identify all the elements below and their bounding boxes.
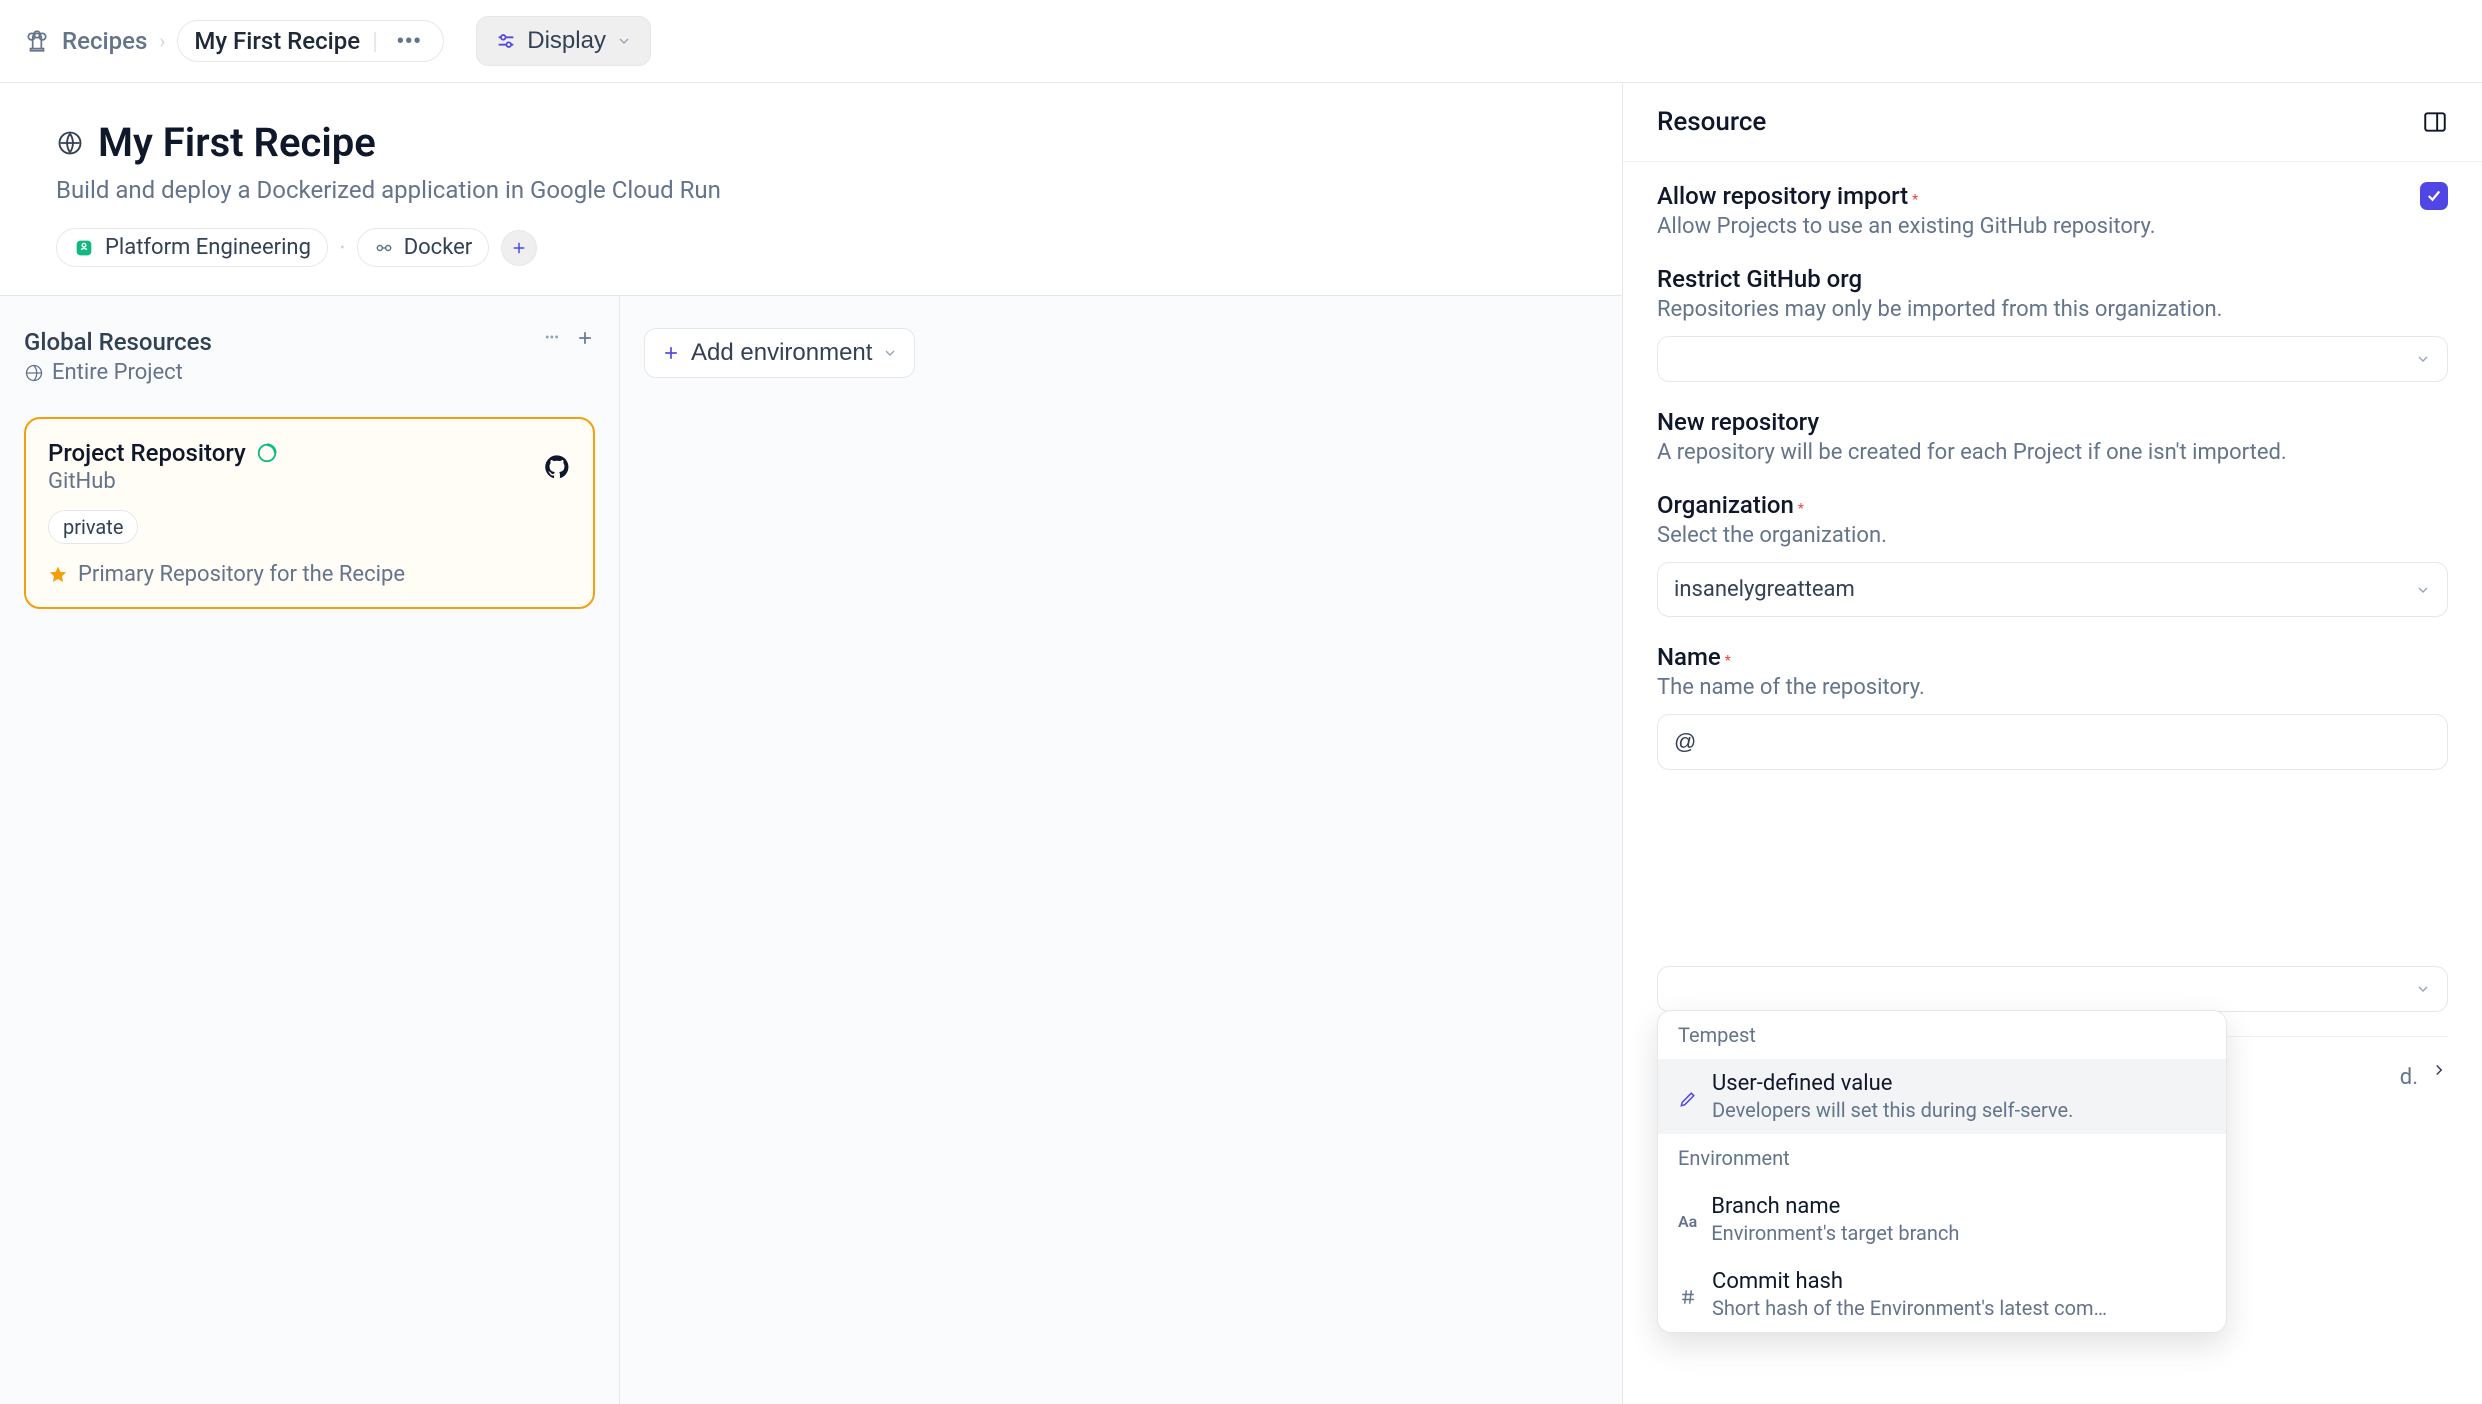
popup-item-desc: Short hash of the Environment's latest c… [1712, 1296, 2107, 1320]
name-suggestions-popup: Tempest User-defined value Developers wi… [1657, 1010, 2227, 1333]
tags-row: Platform Engineering • Docker [56, 228, 1566, 267]
chevron-down-icon [882, 345, 898, 361]
add-environment-label: Add environment [691, 339, 872, 367]
popup-item-desc: Developers will set this during self-ser… [1712, 1098, 2073, 1122]
breadcrumb: Recipes › My First Recipe | ••• [24, 20, 444, 62]
new-repo-help: A repository will be created for each Pr… [1657, 440, 2448, 465]
name-help: The name of the repository. [1657, 675, 2448, 700]
add-environment-button[interactable]: Add environment [644, 328, 915, 378]
resource-panel: Resource Allow repository import* A [1622, 83, 2482, 1404]
required-star: * [1798, 501, 1804, 517]
allow-import-help: Allow Projects to use an existing GitHub… [1657, 214, 2448, 239]
team-icon [73, 237, 95, 259]
breadcrumb-root[interactable]: Recipes [62, 27, 147, 55]
restrict-org-help: Repositories may only be imported from t… [1657, 297, 2448, 322]
global-resources-scope: Entire Project [52, 360, 183, 385]
resource-card-provider: GitHub [48, 469, 278, 494]
display-button-label: Display [527, 27, 606, 55]
page-subtitle: Build and deploy a Dockerized applicatio… [56, 176, 1566, 204]
name-block: Name* The name of the repository. [1657, 643, 2448, 770]
tag-separator: • [340, 240, 345, 256]
plus-icon [661, 343, 681, 363]
tag-label: Platform Engineering [105, 235, 311, 260]
chef-hat-icon [24, 28, 50, 54]
popup-item-name: Commit hash [1712, 1269, 2107, 1294]
visibility-chip: private [48, 510, 138, 544]
panel-layout-icon[interactable] [2422, 109, 2448, 135]
organization-label: Organization [1657, 491, 1794, 519]
recipe-icon [56, 129, 84, 157]
add-tag-button[interactable] [501, 230, 537, 266]
recipe-header: My First Recipe Build and deploy a Docke… [0, 83, 1622, 295]
global-resources-sidebar: Global Resources Entire Project ••• [0, 296, 620, 1404]
popup-item-branch-name[interactable]: Aa Branch name Environment's target bran… [1658, 1182, 2226, 1257]
hash-icon [1678, 1273, 1698, 1320]
allow-import-label: Allow repository import [1657, 182, 1908, 210]
pencil-icon [1678, 1075, 1698, 1122]
panel-title: Resource [1657, 107, 1766, 137]
tag-platform-engineering[interactable]: Platform Engineering [56, 228, 328, 267]
github-icon [543, 453, 571, 481]
chevron-right-icon: › [159, 29, 165, 53]
global-resources-title: Global Resources [24, 328, 212, 356]
status-ok-icon [256, 442, 278, 464]
display-button[interactable]: Display [476, 16, 651, 66]
popup-item-user-defined[interactable]: User-defined value Developers will set t… [1658, 1059, 2226, 1134]
tag-label: Docker [404, 235, 473, 260]
resource-card[interactable]: Project Repository GitHub [24, 417, 595, 609]
popup-item-name: User-defined value [1712, 1071, 2073, 1096]
new-repo-block: New repository A repository will be crea… [1657, 408, 2448, 465]
globe-icon [24, 363, 44, 383]
chevron-down-icon [2415, 981, 2431, 997]
sliders-icon [495, 30, 517, 52]
plus-icon[interactable] [575, 328, 595, 348]
popup-item-name: Branch name [1711, 1194, 1959, 1219]
popup-group-environment: Environment [1658, 1134, 2226, 1182]
chevron-down-icon [616, 33, 632, 49]
allow-import-block: Allow repository import* Allow Projects … [1657, 182, 2448, 239]
breadcrumb-current-label: My First Recipe [194, 27, 360, 55]
organization-block: Organization* Select the organization. i… [1657, 491, 2448, 617]
environments-column: Add environment [620, 296, 1622, 1404]
divider: | [372, 27, 378, 55]
tag-icon [374, 238, 394, 258]
text-icon: Aa [1678, 1198, 1697, 1245]
popup-item-desc: Environment's target branch [1711, 1221, 1959, 1245]
star-icon [48, 565, 68, 585]
name-input[interactable] [1657, 714, 2448, 770]
breadcrumb-current-pill[interactable]: My First Recipe | ••• [177, 20, 444, 62]
more-icon[interactable]: ••• [545, 328, 559, 348]
primary-repo-note: Primary Repository for the Recipe [78, 562, 405, 587]
resource-card-title: Project Repository [48, 439, 246, 467]
allow-import-checkbox[interactable] [2420, 182, 2448, 210]
more-icon[interactable]: ••• [390, 27, 427, 55]
organization-select[interactable]: insanelygreatteam [1657, 562, 2448, 617]
chevron-down-icon [2415, 351, 2431, 367]
required-star: * [1725, 653, 1731, 669]
organization-help: Select the organization. [1657, 523, 2448, 548]
tag-docker[interactable]: Docker [357, 228, 490, 267]
new-repo-label: New repository [1657, 408, 2448, 436]
organization-value: insanelygreatteam [1674, 577, 1855, 602]
topbar: Recipes › My First Recipe | ••• Display [0, 0, 2482, 83]
restrict-org-select[interactable] [1657, 336, 2448, 382]
hidden-select[interactable] [1657, 966, 2448, 1012]
page-title: My First Recipe [98, 119, 376, 166]
required-star: * [1912, 192, 1918, 208]
restrict-org-block: Restrict GitHub org Repositories may onl… [1657, 265, 2448, 382]
chevron-down-icon [2415, 582, 2431, 598]
name-label: Name [1657, 643, 1721, 671]
chevron-right-icon [2430, 1061, 2448, 1079]
restrict-org-label: Restrict GitHub org [1657, 265, 2448, 293]
popup-item-commit-hash[interactable]: Commit hash Short hash of the Environmen… [1658, 1257, 2226, 1332]
popup-group-tempest: Tempest [1658, 1011, 2226, 1059]
